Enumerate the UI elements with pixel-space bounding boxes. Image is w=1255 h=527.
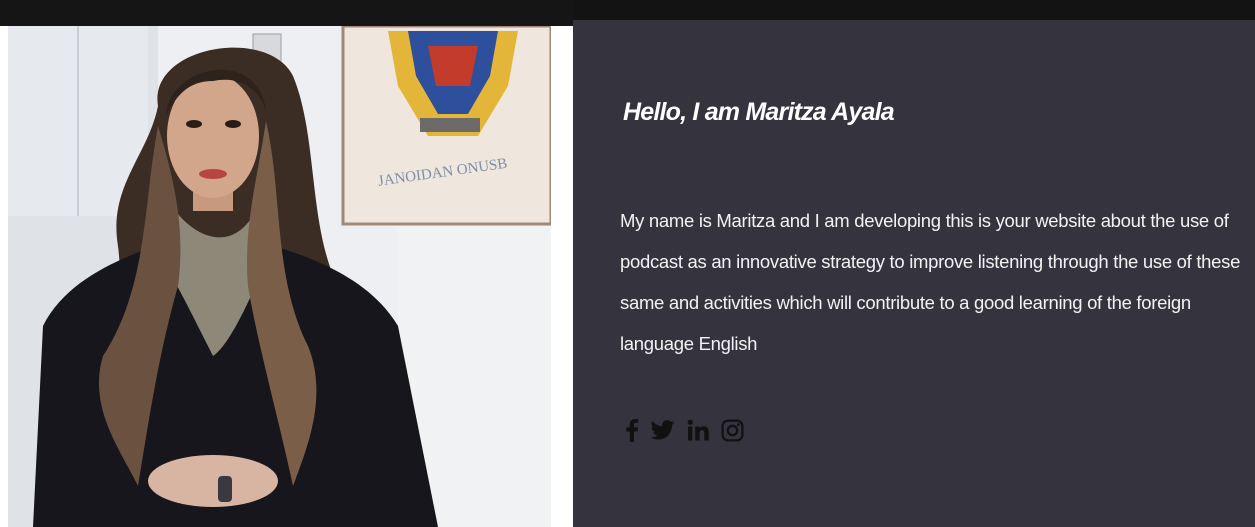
twitter-icon <box>651 420 675 440</box>
intro-heading: Hello, I am Maritza Ayala <box>623 98 895 126</box>
social-links <box>625 414 744 446</box>
linkedin-link[interactable] <box>687 419 709 441</box>
linkedin-icon <box>687 419 709 441</box>
twitter-link[interactable] <box>651 420 675 440</box>
instagram-link[interactable] <box>721 418 744 442</box>
top-bar <box>573 0 1255 20</box>
instagram-icon <box>721 418 744 442</box>
facebook-link[interactable] <box>625 418 639 442</box>
facebook-icon <box>626 419 639 442</box>
bio-paragraph: My name is Maritza and I am developing t… <box>620 210 1241 354</box>
profile-photo: JANOIDAN ONUSB <box>8 26 551 527</box>
top-bar <box>0 0 573 26</box>
about-panel: Hello, I am Maritza Ayala My name is Mar… <box>573 20 1255 527</box>
